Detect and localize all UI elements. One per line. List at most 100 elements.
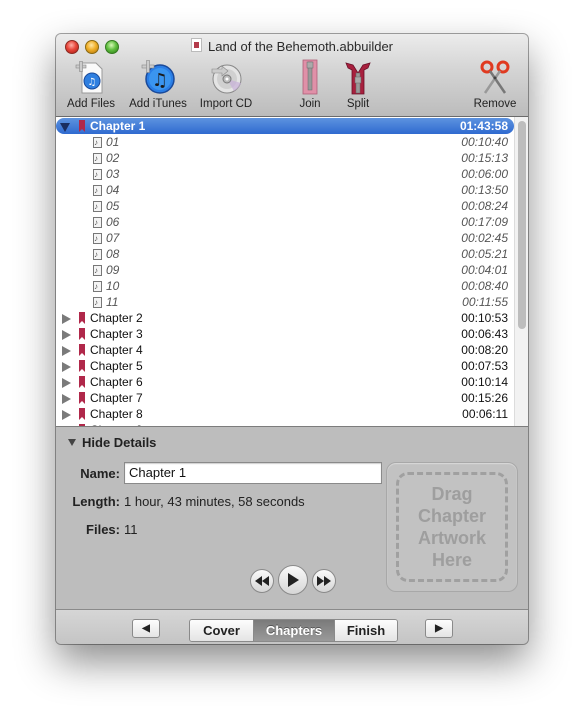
chapter-duration: 01:43:58 [459, 119, 508, 133]
files-label: Files: [86, 522, 120, 537]
file-duration: 00:11:55 [462, 295, 508, 309]
chapter-duration: 00:10:53 [461, 311, 508, 325]
chapter-name-field[interactable]: Chapter 1 [124, 462, 382, 484]
disclosure-collapsed-icon[interactable] [62, 330, 71, 340]
window-title: Land of the Behemoth.abbuilder [56, 38, 528, 54]
fast-forward-button[interactable] [312, 569, 336, 593]
disclosure-collapsed-icon[interactable] [62, 410, 71, 420]
chapter-row[interactable]: Chapter 7 00:15:26 [56, 390, 514, 406]
chapter-name: Chapter 2 [90, 311, 143, 325]
remove-button[interactable]: Remove [470, 58, 520, 110]
file-name: 06 [106, 215, 120, 229]
disclosure-collapsed-icon[interactable] [62, 362, 71, 372]
file-name: 01 [106, 135, 120, 149]
add-files-icon: ♫ [75, 61, 103, 94]
file-row[interactable]: 10 00:08:40 [56, 278, 514, 295]
next-arrow-icon: ▶ [435, 623, 443, 634]
disclosure-collapsed-icon[interactable] [62, 314, 71, 324]
file-name: 09 [106, 263, 120, 277]
file-row[interactable]: 05 00:08:24 [56, 198, 514, 215]
chapter-duration: 00:07:53 [461, 359, 508, 373]
audio-file-icon [93, 183, 102, 199]
play-button[interactable] [278, 565, 308, 595]
file-duration: 00:10:40 [461, 135, 508, 149]
details-panel: Hide Details Name: Chapter 1 Length: 1 h… [56, 427, 528, 609]
chapter-duration: 00:06:11 [462, 407, 508, 421]
disclosure-collapsed-icon[interactable] [62, 394, 71, 404]
chapter-duration: 00:06:43 [461, 327, 508, 341]
file-row[interactable]: 02 00:15:13 [56, 150, 514, 167]
zipper-split-icon [345, 62, 371, 95]
file-row[interactable]: 06 00:17:09 [56, 214, 514, 231]
disclosure-collapsed-icon[interactable] [62, 378, 71, 388]
step-segmented-control: Cover Chapters Finish [189, 619, 398, 642]
next-step-button[interactable]: ▶ [425, 619, 453, 638]
disclosure-collapsed-icon[interactable] [62, 346, 71, 356]
chapter-name: Chapter 7 [90, 391, 143, 405]
chapter-duration: 00:08:20 [461, 343, 508, 357]
audio-file-icon [93, 135, 102, 151]
audio-file-icon [93, 167, 102, 183]
file-name: 04 [106, 183, 120, 197]
file-row[interactable]: 01 00:10:40 [56, 134, 514, 151]
hide-details-toggle[interactable]: Hide Details [68, 435, 156, 450]
chapter-row[interactable]: Chapter 5 00:07:53 [56, 358, 514, 374]
split-button[interactable]: Split [336, 58, 380, 110]
previous-arrow-icon: ◀ [142, 623, 150, 634]
add-itunes-button[interactable]: ♫ Add iTunes [126, 58, 190, 110]
file-row[interactable]: 11 00:11:55 [56, 294, 514, 311]
hide-details-label: Hide Details [82, 435, 157, 450]
file-name: 05 [106, 199, 120, 213]
chapter-duration: 00:15:26 [461, 391, 508, 405]
rewind-icon [255, 576, 269, 586]
import-cd-button[interactable]: Import CD [196, 58, 256, 110]
chapter-bookmark-icon [79, 376, 85, 388]
disclosure-expanded-icon[interactable] [60, 123, 70, 132]
audio-file-icon [93, 263, 102, 279]
chapter-row[interactable]: Chapter 3 00:06:43 [56, 326, 514, 342]
file-duration: 00:08:24 [461, 199, 508, 213]
add-files-label: Add Files [67, 98, 115, 110]
step-cover[interactable]: Cover [190, 620, 254, 641]
vertical-scrollbar[interactable] [514, 117, 528, 426]
chapter-bookmark-icon [79, 344, 85, 356]
file-duration: 00:02:45 [461, 231, 508, 245]
audio-file-icon [93, 247, 102, 263]
file-row[interactable]: 03 00:06:00 [56, 166, 514, 183]
file-name: 07 [106, 231, 120, 245]
rewind-button[interactable] [250, 569, 274, 593]
file-duration: 00:13:50 [461, 183, 508, 197]
chapter-row[interactable]: Chapter 2 00:10:53 [56, 310, 514, 326]
previous-step-button[interactable]: ◀ [132, 619, 160, 638]
artwork-drop-zone[interactable]: Drag Chapter Artwork Here [386, 462, 518, 592]
add-files-button[interactable]: ♫ Add Files [63, 58, 119, 110]
audio-file-icon [93, 295, 102, 311]
join-button[interactable]: Join [290, 58, 330, 110]
scrollbar-thumb[interactable] [518, 121, 526, 329]
file-row[interactable]: 04 00:13:50 [56, 182, 514, 199]
app-window: Land of the Behemoth.abbuilder ♫ Add Fil… [56, 34, 528, 644]
chapter-bookmark-icon [79, 120, 85, 132]
chapter-row[interactable]: Chapter 4 00:08:20 [56, 342, 514, 358]
file-row[interactable]: 09 00:04:01 [56, 262, 514, 279]
chapter-row[interactable]: Chapter 6 00:10:14 [56, 374, 514, 390]
length-label: Length: [72, 494, 120, 509]
file-name: 10 [106, 279, 120, 293]
chapter-bookmark-icon [79, 328, 85, 340]
file-row[interactable]: 07 00:02:45 [56, 230, 514, 247]
chapter-row[interactable]: Chapter 8 00:06:11 [56, 406, 514, 422]
split-label: Split [346, 98, 370, 110]
artwork-placeholder: Drag Chapter Artwork Here [396, 472, 508, 582]
step-finish[interactable]: Finish [335, 620, 397, 641]
step-chapters[interactable]: Chapters [254, 620, 335, 641]
file-name: 11 [106, 295, 119, 309]
chapter-bookmark-icon [79, 360, 85, 372]
chapter-row-selected[interactable]: Chapter 1 01:43:58 [56, 118, 514, 134]
file-duration: 00:05:21 [461, 247, 508, 261]
chapter-name: Chapter 4 [90, 343, 143, 357]
file-row[interactable]: 08 00:05:21 [56, 246, 514, 263]
file-duration: 00:15:13 [461, 151, 508, 165]
fast-forward-icon [317, 576, 331, 586]
chapter-name: Chapter 5 [90, 359, 143, 373]
svg-text:♫: ♫ [152, 70, 168, 91]
